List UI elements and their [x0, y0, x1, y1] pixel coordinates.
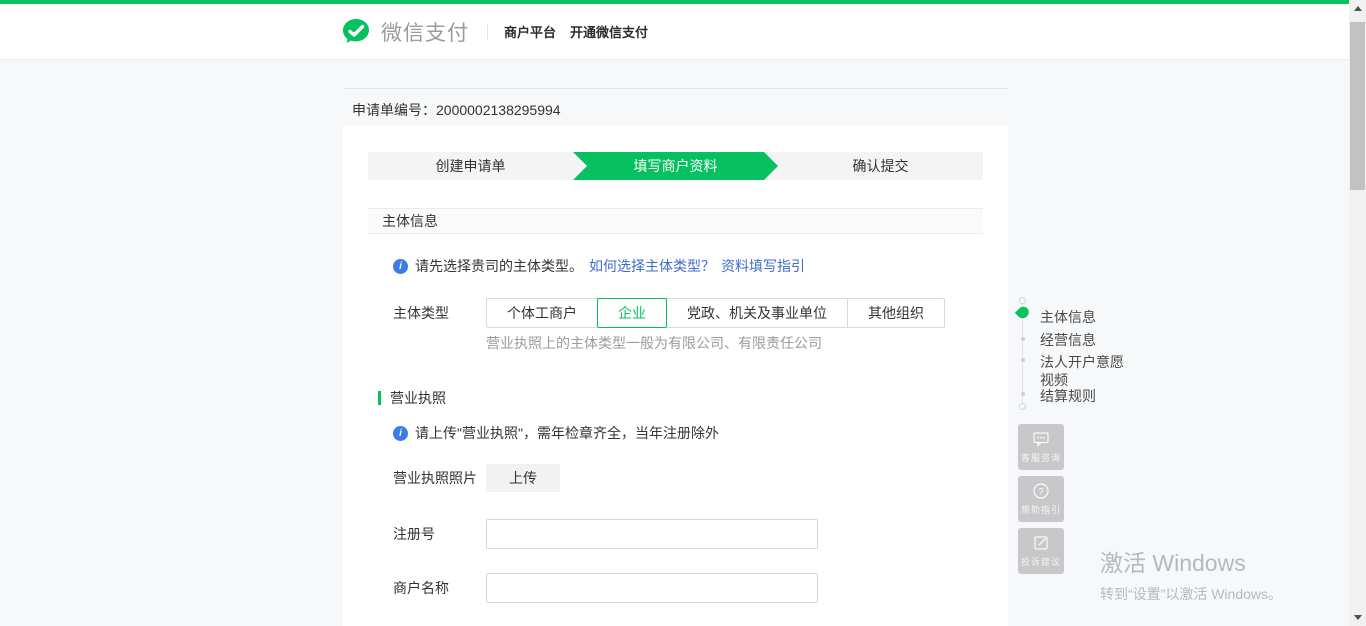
help-icon: ?: [1032, 482, 1050, 500]
step-fill-merchant-info: 填写商户资料: [573, 152, 778, 180]
subject-type-enterprise-button[interactable]: 企业: [597, 298, 667, 328]
feedback-button[interactable]: 投诉建议: [1018, 528, 1064, 574]
link-filling-guide[interactable]: 资料填写指引: [721, 256, 805, 276]
subject-type-other-button[interactable]: 其他组织: [847, 298, 945, 328]
watermark-line1: 激活 Windows: [1100, 544, 1282, 578]
merchant-name-label: 商户名称: [393, 578, 486, 598]
wechat-pay-brand[interactable]: 微信支付: [340, 16, 469, 48]
anchor-bottom-circle: [1019, 403, 1026, 410]
registration-number-input[interactable]: [486, 519, 818, 549]
section-header-subject-info: 主体信息: [368, 208, 983, 234]
page-title: 开通微信支付: [570, 22, 648, 41]
anchor-item-subject-info[interactable]: 主体信息: [1040, 308, 1096, 326]
watermark-line2: 转到“设置”以激活 Windows。: [1100, 584, 1282, 604]
upload-button[interactable]: 上传: [486, 464, 560, 492]
green-accent-bar: [378, 391, 381, 405]
svg-text:?: ?: [1038, 487, 1043, 497]
license-notice-text: 请上传"营业执照"，需年检章齐全，当年注册除外: [415, 423, 719, 443]
help-guide-button[interactable]: ? 帮助指引: [1018, 476, 1064, 522]
floating-side-buttons: 客服咨询 ? 帮助指引 投诉建议: [1018, 424, 1064, 580]
step-wizard: 创建申请单 填写商户资料 确认提交: [368, 152, 983, 180]
help-guide-label: 帮助指引: [1021, 503, 1061, 516]
chat-icon: [1032, 430, 1050, 448]
customer-service-label: 客服咨询: [1021, 451, 1061, 464]
application-number-row: 申请单编号：2000002138295994: [343, 88, 1008, 125]
nav-merchant-platform[interactable]: 商户平台: [504, 22, 556, 41]
step-confirm-submit: 确认提交: [778, 152, 983, 180]
license-title-text: 营业执照: [390, 388, 446, 408]
scrollbar-thumb[interactable]: [1350, 22, 1365, 190]
anchor-active-marker-icon: [1015, 304, 1031, 320]
anchor-dot: [1021, 358, 1025, 362]
feedback-label: 投诉建议: [1021, 555, 1061, 568]
scrollbar-up-arrow[interactable]: [1349, 0, 1366, 17]
windows-activation-watermark: 激活 Windows 转到“设置”以激活 Windows。: [1100, 544, 1282, 604]
license-photo-label: 营业执照照片: [393, 468, 486, 488]
link-how-to-choose-subject-type[interactable]: 如何选择主体类型？: [589, 256, 715, 276]
license-section-title: 营业执照: [378, 390, 983, 406]
registration-number-label: 注册号: [393, 524, 486, 544]
info-icon: i: [393, 426, 408, 441]
anchor-dot: [1021, 337, 1025, 341]
anchor-top-circle: [1019, 297, 1026, 304]
wechat-pay-logo-icon: [340, 16, 372, 48]
feedback-icon: [1032, 534, 1050, 552]
subject-type-label: 主体类型: [393, 303, 486, 323]
anchor-item-settlement-rules[interactable]: 结算规则: [1040, 387, 1096, 405]
application-number-value: 2000002138295994: [436, 102, 561, 118]
page: 微信支付 商户平台 开通微信支付 申请单编号：2000002138295994 …: [0, 0, 1366, 626]
content-column: 申请单编号：2000002138295994 创建申请单 填写商户资料 确认提交…: [343, 88, 1008, 626]
registration-number-row: 注册号: [393, 519, 983, 549]
anchor-dot: [1021, 392, 1025, 396]
vertical-scrollbar[interactable]: [1349, 0, 1366, 626]
subject-type-button-group: 个体工商户 企业 党政、机关及事业单位 其他组织: [486, 298, 945, 328]
anchor-item-legal-person-video[interactable]: 法人开户意愿视频: [1040, 353, 1136, 389]
triangle-down-icon: [1354, 615, 1362, 620]
merchant-name-row: 商户名称: [393, 573, 983, 603]
info-icon: i: [393, 259, 408, 274]
brand-text: 微信支付: [381, 17, 469, 47]
form-panel: 创建申请单 填写商户资料 确认提交 主体信息 i 请先选择贵司的主体类型。 如何…: [343, 125, 1008, 626]
subject-type-row: 主体类型 个体工商户 企业 党政、机关及事业单位 其他组织: [393, 298, 983, 328]
top-progress-bar: [0, 0, 1349, 4]
scrollbar-down-arrow[interactable]: [1349, 609, 1366, 626]
header-divider: [487, 24, 488, 40]
subject-notice-text: 请先选择贵司的主体类型。: [415, 256, 583, 276]
step-create-application: 创建申请单: [368, 152, 573, 180]
anchor-item-business-info[interactable]: 经营信息: [1040, 331, 1096, 349]
license-upload-notice: i 请上传"营业执照"，需年检章齐全，当年注册除外: [393, 423, 983, 443]
subject-type-individual-button[interactable]: 个体工商户: [486, 298, 598, 328]
triangle-up-icon: [1354, 6, 1362, 11]
subject-type-government-button[interactable]: 党政、机关及事业单位: [666, 298, 848, 328]
subject-type-notice: i 请先选择贵司的主体类型。 如何选择主体类型？ 资料填写指引: [393, 256, 983, 276]
customer-service-button[interactable]: 客服咨询: [1018, 424, 1064, 470]
subject-type-hint: 营业执照上的主体类型一般为有限公司、有限责任公司: [486, 335, 983, 351]
license-photo-row: 营业执照照片 上传: [393, 464, 983, 492]
header: 微信支付 商户平台 开通微信支付: [0, 4, 1349, 60]
application-number-label: 申请单编号：: [352, 102, 436, 118]
merchant-name-input[interactable]: [486, 573, 818, 603]
